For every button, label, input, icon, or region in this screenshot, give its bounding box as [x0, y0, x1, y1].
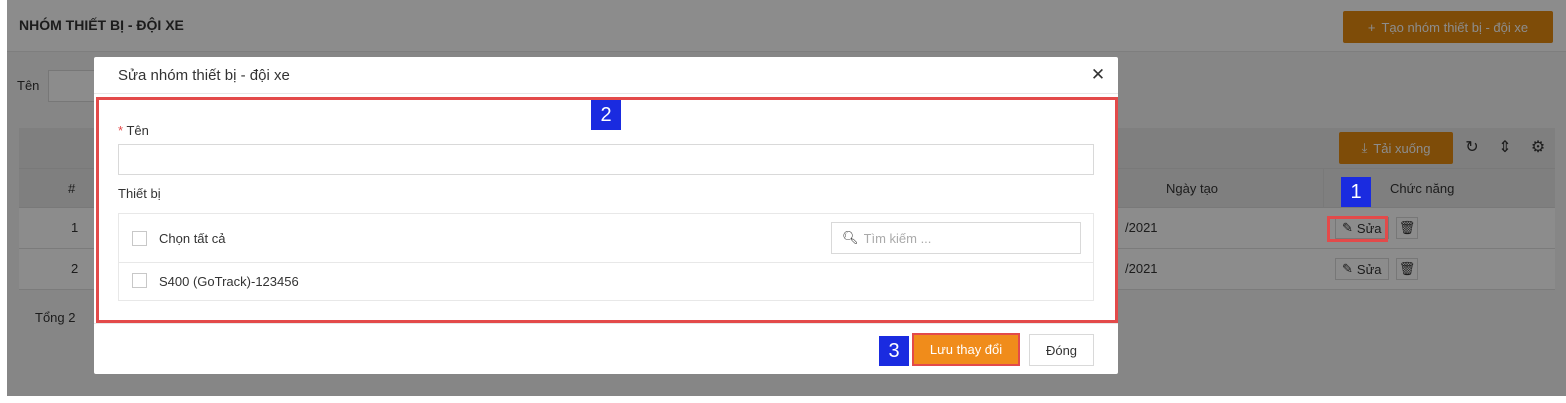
required-mark: *: [118, 123, 124, 138]
devices-panel: Chọn tất cả 🔍︎ S400 (GoTrack)-123456: [118, 213, 1094, 301]
name-input[interactable]: [118, 144, 1094, 175]
save-button[interactable]: Lưu thay đổi: [912, 333, 1020, 366]
device-checkbox[interactable]: [132, 273, 147, 288]
select-all-checkbox[interactable]: [132, 231, 147, 246]
device-search[interactable]: 🔍︎: [831, 222, 1081, 254]
select-all-label: Chọn tất cả: [159, 231, 226, 246]
name-label: * Tên: [118, 123, 149, 138]
close-button[interactable]: Đóng: [1029, 334, 1094, 366]
step-marker-2: 2: [591, 100, 621, 130]
search-input[interactable]: [863, 230, 1074, 246]
search-icon: 🔍︎: [842, 230, 859, 245]
modal-divider: [94, 93, 1118, 94]
modal-title: Sửa nhóm thiết bị - đội xe: [118, 67, 290, 84]
device-label: S400 (GoTrack)-123456: [159, 274, 299, 289]
edit-highlight-box: [1327, 216, 1388, 242]
devices-header: Chọn tất cả 🔍︎: [119, 214, 1093, 263]
step-marker-3: 3: [879, 336, 909, 366]
modal-footer-divider: [94, 323, 1118, 324]
step-marker-1: 1: [1341, 177, 1371, 207]
name-label-text: Tên: [126, 123, 149, 138]
close-icon[interactable]: ✕: [1088, 65, 1108, 85]
devices-label: Thiết bị: [118, 186, 161, 201]
